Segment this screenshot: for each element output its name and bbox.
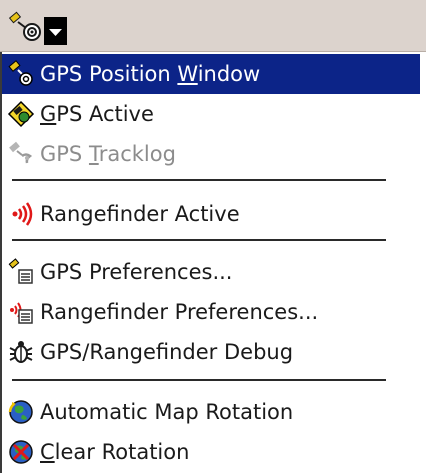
menu-item-label: Clear Rotation <box>40 440 190 464</box>
rangefinder-icon <box>6 199 36 229</box>
menu-item-gps-position-window[interactable]: GPS Position Window <box>2 54 420 94</box>
menu-item-label: GPS Active <box>40 102 154 126</box>
menu-separator <box>12 179 386 181</box>
menu-item-label: GPS Tracklog <box>40 142 176 166</box>
gps-tracklog-icon <box>6 139 36 169</box>
menu-item-label: Rangefinder Active <box>40 202 240 226</box>
rangefinder-preferences-icon <box>6 297 36 327</box>
gps-satellite-icon[interactable] <box>4 10 44 44</box>
bug-icon <box>6 337 36 367</box>
menu-item-gps-tracklog[interactable]: GPS Tracklog <box>2 134 420 174</box>
gps-active-icon <box>6 99 36 129</box>
menu-item-gps-active[interactable]: GPS Active <box>2 94 420 134</box>
menu-item-debug[interactable]: GPS/Rangefinder Debug <box>2 332 420 372</box>
clear-rotation-icon <box>6 437 36 467</box>
dropdown-button[interactable] <box>44 17 67 45</box>
gps-menu: GPS Position Window GPS Active GPS Track… <box>0 52 426 473</box>
map-rotation-icon <box>6 397 36 427</box>
menu-item-label: Rangefinder Preferences... <box>40 300 319 324</box>
menu-item-label: Automatic Map Rotation <box>40 400 294 424</box>
menu-item-rangefinder-active[interactable]: Rangefinder Active <box>2 194 420 234</box>
menu-item-label: GPS Preferences... <box>40 260 233 284</box>
toolbar <box>0 0 426 52</box>
gps-preferences-icon <box>6 257 36 287</box>
menu-separator <box>12 379 386 381</box>
menu-item-clear-rotation[interactable]: Clear Rotation <box>2 432 420 472</box>
gps-satellite-icon <box>6 59 36 89</box>
menu-item-rangefinder-preferences[interactable]: Rangefinder Preferences... <box>2 292 420 332</box>
menu-item-automatic-map-rotation[interactable]: Automatic Map Rotation <box>2 392 420 432</box>
menu-item-label: GPS Position Window <box>40 62 261 86</box>
menu-item-label: GPS/Rangefinder Debug <box>40 340 294 364</box>
menu-item-gps-preferences[interactable]: GPS Preferences... <box>2 252 420 292</box>
menu-separator <box>12 239 386 241</box>
